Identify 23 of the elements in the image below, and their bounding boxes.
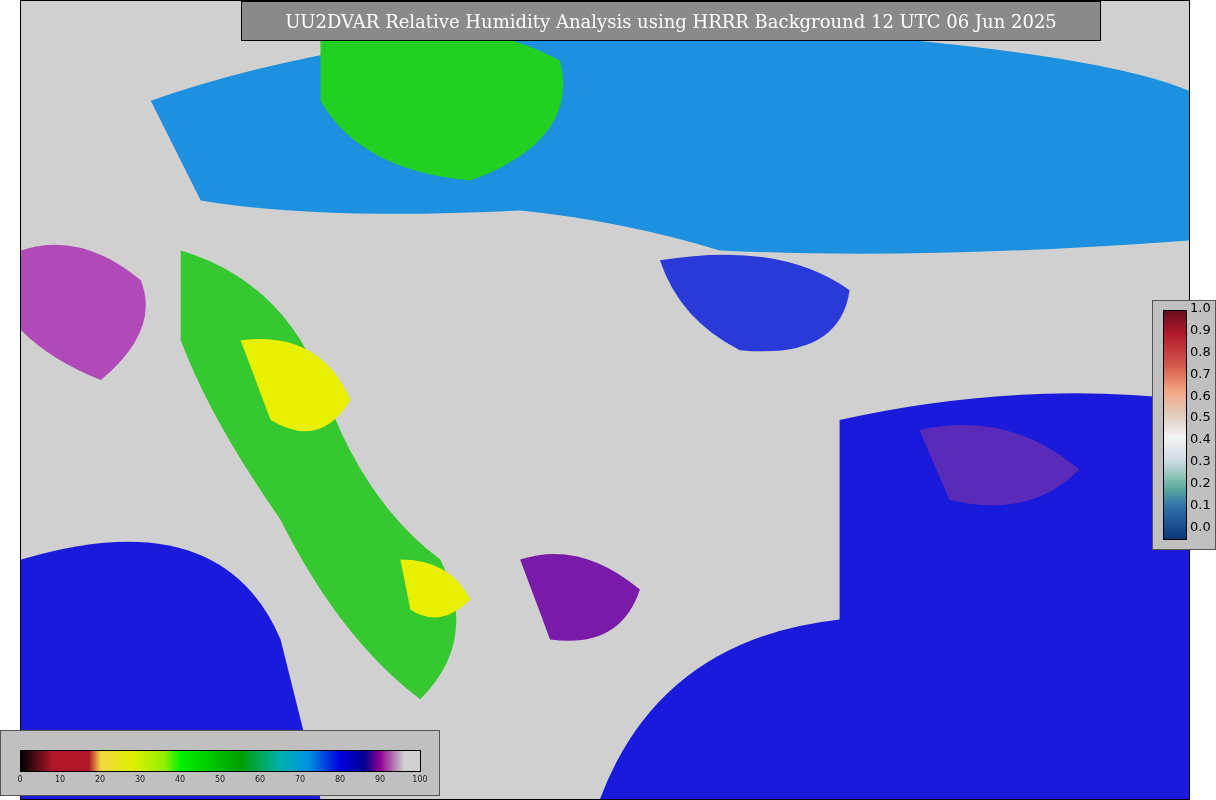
tick-label: 80 [334, 775, 346, 785]
tick-label: 0.2 [1190, 476, 1211, 490]
tick-label: 30 [134, 775, 146, 785]
tick-label: 60 [254, 775, 266, 785]
tick-label: 1.0 [1190, 301, 1211, 314]
tick-label: 0.8 [1190, 344, 1211, 358]
tick-label: 0.7 [1190, 366, 1211, 380]
tick-label: 20 [94, 775, 106, 785]
tick-label: 90 [374, 775, 386, 785]
tick-label: 100 [412, 775, 428, 785]
tick-label: 0 [17, 775, 23, 785]
tick-label: 0.6 [1190, 388, 1211, 402]
tick-label: 40 [174, 775, 186, 785]
tick-label: 0.3 [1190, 454, 1211, 468]
map-title: UU2DVAR Relative Humidity Analysis using HRRR Background 12 UTC 06 Jun 2025 [241, 1, 1101, 41]
tick-label: 70 [294, 775, 306, 785]
tick-label: 0.4 [1190, 432, 1211, 446]
tick-label: 0.1 [1190, 498, 1211, 511]
tick-label: 10 [54, 775, 66, 785]
tick-label: 50 [214, 775, 226, 785]
tick-label: 0.0 [1190, 519, 1211, 533]
tick-label: 0.5 [1190, 410, 1211, 424]
tick-label: 0.9 [1190, 322, 1211, 336]
